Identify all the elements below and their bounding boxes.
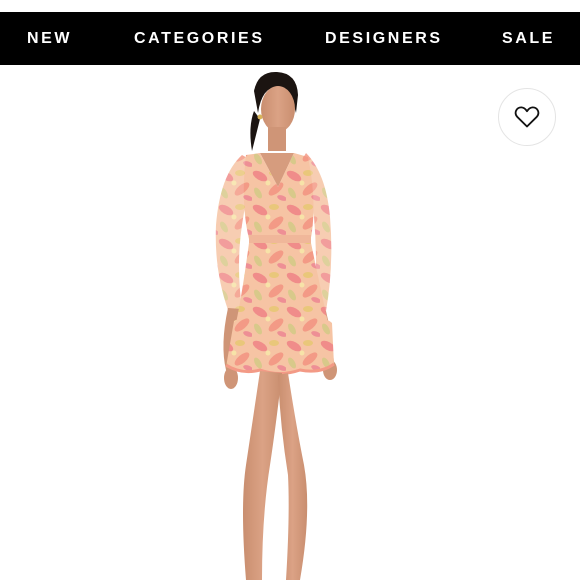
nav-item-categories[interactable]: CATEGORIES [134,12,265,65]
heart-outline-icon [514,106,540,128]
nav-item-new[interactable]: NEW [27,12,72,65]
nav-item-designers[interactable]: DESIGNERS [325,12,443,65]
nav-item-sale[interactable]: SALE [502,12,555,65]
main-nav: NEW CATEGORIES DESIGNERS SALE [0,12,580,65]
top-strip [0,0,580,12]
product-image [215,71,337,580]
wishlist-button[interactable] [498,88,556,146]
